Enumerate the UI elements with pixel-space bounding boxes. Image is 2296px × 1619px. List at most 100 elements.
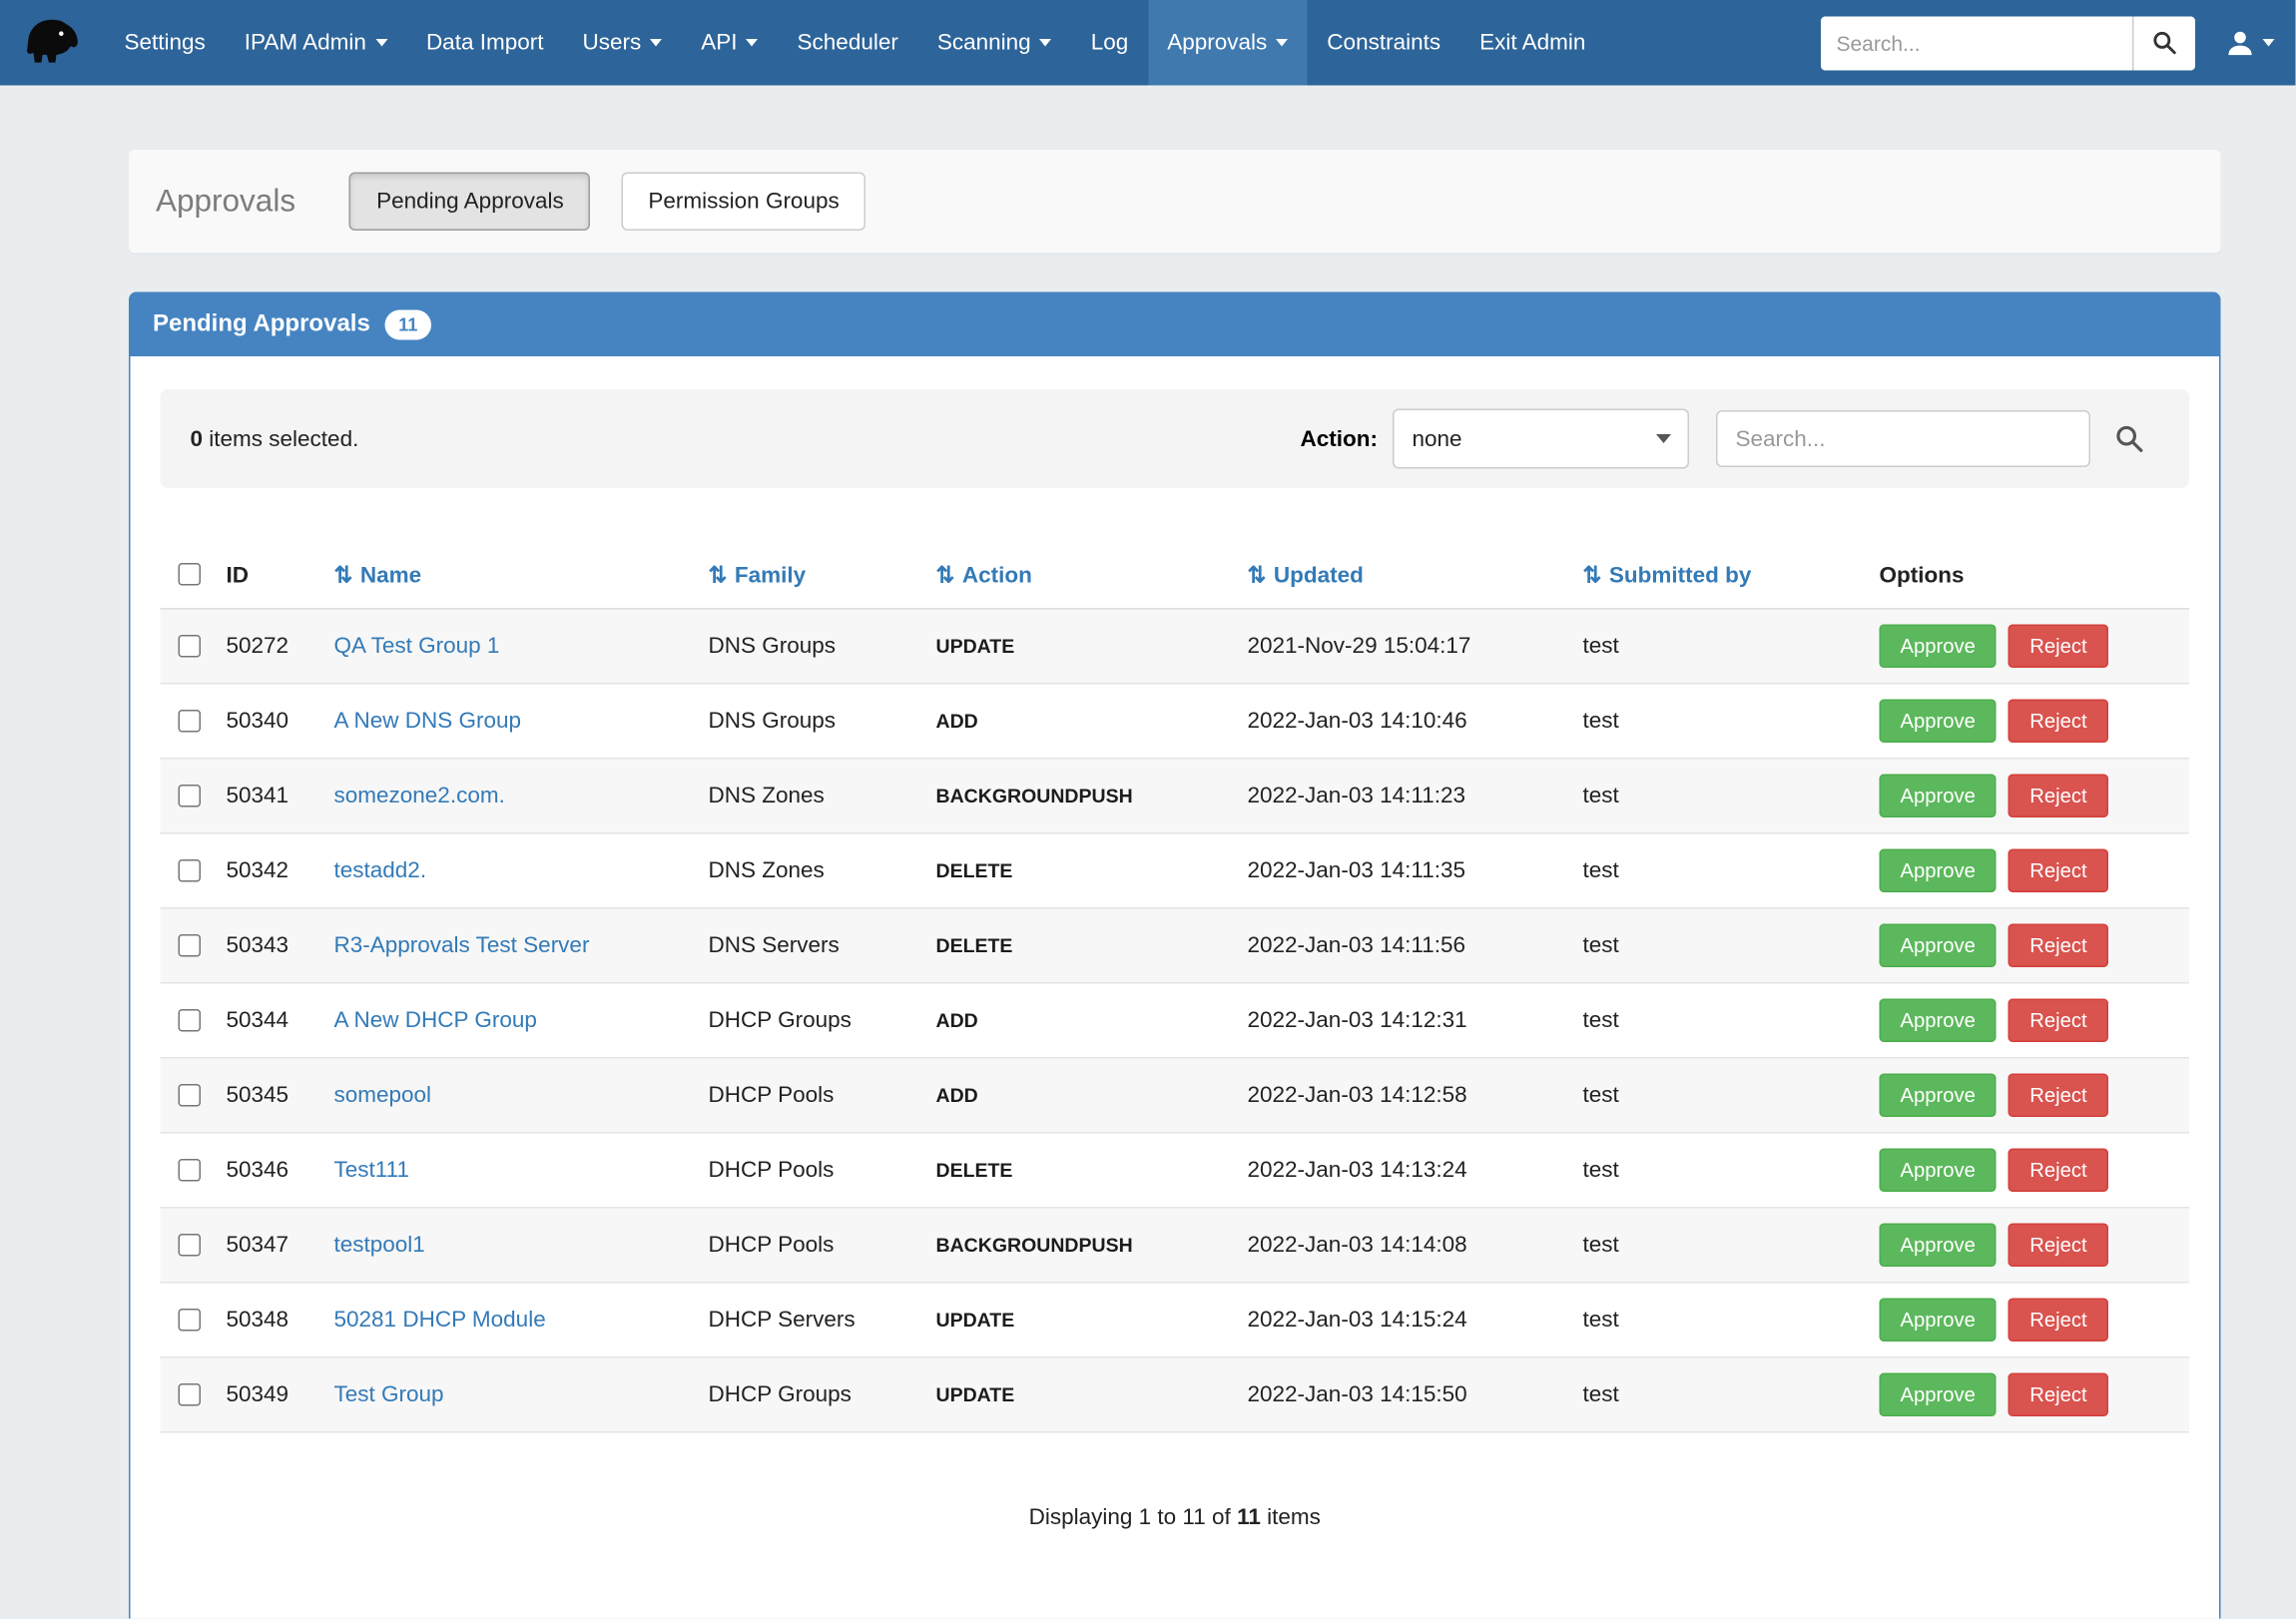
row-checkbox[interactable]	[179, 933, 202, 956]
reject-button[interactable]: Reject	[2009, 1074, 2107, 1118]
row-action-cell: UPDATE	[924, 1357, 1236, 1432]
row-checkbox[interactable]	[179, 1158, 202, 1181]
row-checkbox[interactable]	[179, 1233, 202, 1256]
nav-item[interactable]: Scanning	[917, 0, 1071, 86]
search-icon	[2152, 30, 2178, 56]
brand-logo[interactable]	[0, 0, 105, 86]
nav-item[interactable]: Constraints	[1308, 0, 1460, 86]
footer-prefix: Displaying 1 to 11 of	[1029, 1505, 1231, 1531]
nav-item[interactable]: IPAM Admin	[225, 0, 406, 86]
nav-item[interactable]: Users	[563, 0, 682, 86]
col-header-family[interactable]: ⇅Family	[697, 542, 924, 609]
col-header-action[interactable]: ⇅Action	[924, 542, 1236, 609]
row-name-link[interactable]: QA Test Group 1	[334, 634, 500, 660]
action-select[interactable]: none	[1393, 409, 1689, 469]
action-select-wrap: none	[1393, 409, 1689, 469]
col-header-name[interactable]: ⇅Name	[322, 542, 697, 609]
navbar-search-input[interactable]	[1821, 16, 2132, 70]
row-name-cell: R3-Approvals Test Server	[322, 908, 697, 983]
row-checkbox[interactable]	[179, 1382, 202, 1405]
approve-button[interactable]: Approve	[1880, 849, 1997, 893]
row-id: 50342	[215, 833, 322, 908]
approve-button[interactable]: Approve	[1880, 1224, 1997, 1268]
table-row: 50341 somezone2.com. DNS Zones BACKGROUN…	[161, 759, 2190, 833]
table-search-button[interactable]	[2099, 415, 2159, 463]
reject-button[interactable]: Reject	[2009, 849, 2107, 893]
toolbar-controls: Action: none	[1300, 409, 2159, 469]
pending-approvals-panel: Pending Approvals 11 0 items selected. A…	[129, 292, 2221, 1619]
row-action: BACKGROUNDPUSH	[936, 785, 1133, 808]
row-name-link[interactable]: Test Group	[334, 1382, 444, 1408]
row-checkbox[interactable]	[179, 1083, 202, 1106]
nav-item[interactable]: Approvals	[1148, 0, 1308, 86]
col-header-submitted-by[interactable]: ⇅Submitted by	[1571, 542, 1868, 609]
row-action: UPDATE	[936, 635, 1015, 658]
reject-button[interactable]: Reject	[2009, 775, 2107, 818]
approve-button[interactable]: Approve	[1880, 1074, 1997, 1118]
row-submitted-by: test	[1571, 1058, 1868, 1133]
approve-button[interactable]: Approve	[1880, 775, 1997, 818]
approve-button[interactable]: Approve	[1880, 999, 1997, 1043]
navbar-search-button[interactable]	[2132, 16, 2195, 70]
approve-button[interactable]: Approve	[1880, 1373, 1997, 1417]
col-header-id: ID	[215, 542, 322, 609]
row-name-cell: A New DHCP Group	[322, 983, 697, 1058]
nav-item[interactable]: Scheduler	[778, 0, 917, 86]
row-checkbox-cell	[161, 1058, 215, 1133]
approve-button[interactable]: Approve	[1880, 1299, 1997, 1343]
row-name-link[interactable]: somepool	[334, 1083, 432, 1109]
row-checkbox[interactable]	[179, 858, 202, 881]
approvals-tab-button[interactable]: Pending Approvals	[349, 173, 591, 232]
row-name-link[interactable]: R3-Approvals Test Server	[334, 933, 590, 959]
row-checkbox[interactable]	[179, 634, 202, 657]
row-family: DNS Zones	[697, 833, 924, 908]
row-checkbox[interactable]	[179, 709, 202, 732]
reject-button[interactable]: Reject	[2009, 1299, 2107, 1343]
row-checkbox[interactable]	[179, 784, 202, 807]
reject-button[interactable]: Reject	[2009, 1149, 2107, 1193]
reject-button[interactable]: Reject	[2009, 700, 2107, 744]
nav-item[interactable]: Settings	[105, 0, 225, 86]
row-name-link[interactable]: testadd2.	[334, 858, 427, 884]
reject-button[interactable]: Reject	[2009, 1373, 2107, 1417]
row-name-link[interactable]: 50281 DHCP Module	[334, 1308, 546, 1334]
reject-button[interactable]: Reject	[2009, 924, 2107, 968]
user-menu[interactable]	[2225, 28, 2275, 58]
row-checkbox[interactable]	[179, 1308, 202, 1331]
col-header-updated[interactable]: ⇅Updated	[1236, 542, 1571, 609]
reject-button[interactable]: Reject	[2009, 999, 2107, 1043]
row-family: DHCP Servers	[697, 1283, 924, 1357]
nav-item-label: Log	[1091, 30, 1129, 56]
page-title: Approvals	[156, 184, 295, 220]
approve-button[interactable]: Approve	[1880, 924, 1997, 968]
row-name-cell: QA Test Group 1	[322, 609, 697, 684]
row-name-link[interactable]: A New DHCP Group	[334, 1008, 537, 1034]
panel-heading: Pending Approvals 11	[131, 293, 2220, 356]
reject-button[interactable]: Reject	[2009, 625, 2107, 669]
row-name-cell: A New DNS Group	[322, 684, 697, 759]
approvals-tab-button[interactable]: Permission Groups	[621, 173, 865, 232]
selected-count: 0	[191, 426, 204, 452]
row-name-link[interactable]: testpool1	[334, 1233, 425, 1259]
row-id: 50345	[215, 1058, 322, 1133]
col-header-label: Name	[360, 563, 421, 589]
nav-item[interactable]: Log	[1071, 0, 1148, 86]
approve-button[interactable]: Approve	[1880, 625, 1997, 669]
nav-item[interactable]: Data Import	[406, 0, 563, 86]
table-header-row: ID ⇅Name ⇅Family ⇅Action ⇅Updated ⇅Submi…	[161, 542, 2190, 609]
row-name-link[interactable]: Test111	[334, 1158, 409, 1184]
nav-item[interactable]: API	[682, 0, 778, 86]
row-submitted-by: test	[1571, 609, 1868, 684]
table-search-input[interactable]	[1716, 410, 2090, 467]
select-all-checkbox[interactable]	[179, 563, 202, 586]
row-checkbox[interactable]	[179, 1008, 202, 1031]
reject-button[interactable]: Reject	[2009, 1224, 2107, 1268]
row-updated: 2022-Jan-03 14:11:23	[1236, 759, 1571, 833]
col-header-label: Action	[962, 563, 1032, 589]
row-name-link[interactable]: somezone2.com.	[334, 784, 505, 810]
nav-item[interactable]: Exit Admin	[1460, 0, 1605, 86]
row-name-link[interactable]: A New DNS Group	[334, 709, 522, 735]
row-action: DELETE	[936, 859, 1013, 882]
approve-button[interactable]: Approve	[1880, 700, 1997, 744]
approve-button[interactable]: Approve	[1880, 1149, 1997, 1193]
